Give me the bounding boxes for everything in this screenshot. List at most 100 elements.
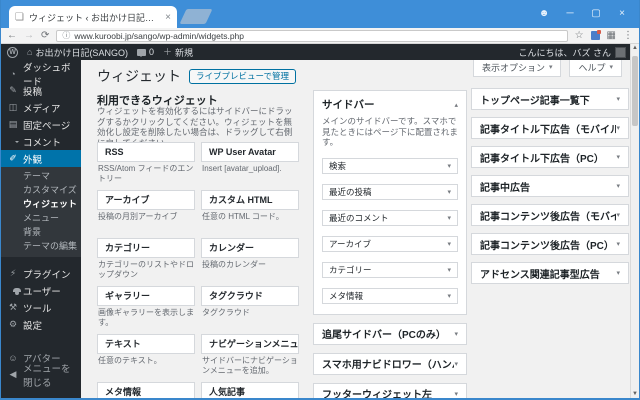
panel-footer-left[interactable]: フッターウィジェット左 ▾ xyxy=(313,382,467,398)
panel-top-page-list[interactable]: トップページ記事一覧下 ▾ xyxy=(471,88,629,110)
browser-tab[interactable]: ❏ ウィジェット ‹ お出かけ日記… × xyxy=(9,6,177,28)
chevron-down-icon: ▾ xyxy=(447,162,451,170)
chevron-down-icon: ▾ xyxy=(454,390,458,398)
widget-card-title[interactable]: カテゴリー xyxy=(97,238,195,258)
widget-card-title[interactable]: カレンダー xyxy=(201,238,299,258)
widget-card-tag-cloud: タグクラウド タグクラウド xyxy=(201,286,299,334)
plus-icon: ＋ xyxy=(162,46,172,57)
widget-card-title[interactable]: ギャラリー xyxy=(97,286,195,306)
plugins-icon: ⚡ xyxy=(9,268,17,278)
wp-admin-menu: ◔ ダッシュボード ✎ 投稿 ◫ メディア ▤ 固定ページ コメント ✐ 外観 … xyxy=(1,60,81,398)
minimize-button[interactable]: ─ xyxy=(557,8,583,19)
panel-after-content-ad-mobile[interactable]: 記事コンテンツ後広告（モバイ ▾ xyxy=(471,204,629,226)
back-icon[interactable]: ← xyxy=(7,30,17,41)
menu-users[interactable]: ユーザー xyxy=(1,282,81,299)
panel-under-title-ad-mobile[interactable]: 記事タイトル下広告（モバイル ▾ xyxy=(471,117,629,139)
media-icon: ◫ xyxy=(8,102,18,112)
screen-options-button[interactable]: 表示オプション ▾ xyxy=(472,60,562,77)
widget-card-title[interactable]: アーカイブ xyxy=(97,190,195,210)
chevron-down-icon: ▾ xyxy=(616,212,620,219)
scrollbar[interactable]: ▲ ▼ xyxy=(630,44,639,398)
submenu-themes[interactable]: テーマ xyxy=(1,169,81,183)
site-info-icon[interactable]: ⓘ xyxy=(62,30,70,41)
widget-card-title[interactable]: 人気記事 xyxy=(201,382,299,398)
tab-title: ウィジェット ‹ お出かけ日記… xyxy=(28,12,154,23)
menu-dashboard[interactable]: ◔ ダッシュボード xyxy=(1,63,81,88)
wordpress-logo-icon[interactable]: W xyxy=(7,46,18,58)
panel-sticky-sidebar[interactable]: 追尾サイドバー（PCのみ） ▾ xyxy=(313,322,467,345)
address-bar[interactable]: ⓘ www.kuroobi.jp/sango/wp-admin/widgets.… xyxy=(56,29,568,42)
available-widgets-description: ウィジェットを有効化するにはサイドバーにドラッグするかクリックしてください。ウィ… xyxy=(97,106,293,148)
widget-card-title[interactable]: ナビゲーションメニュー xyxy=(201,334,299,354)
menu-pages[interactable]: ▤ 固定ページ xyxy=(1,116,81,133)
panel-mobile-drawer[interactable]: スマホ用ナビドロワー（ハンバ ▾ xyxy=(313,352,467,375)
submenu-menus[interactable]: メニュー xyxy=(1,211,81,225)
chrome-menu-icon[interactable]: ⋮ xyxy=(623,30,633,41)
submenu-editor[interactable]: テーマの編集 xyxy=(1,239,81,253)
help-button[interactable]: ヘルプ ▾ xyxy=(569,60,622,77)
panel-adsense-related-ad[interactable]: アドセンス関連記事型広告 ▾ xyxy=(471,262,629,284)
panel-in-article-ad[interactable]: 記事中広告 ▾ xyxy=(471,175,629,197)
widget-card-calendar: カレンダー 投稿のカレンダー xyxy=(201,238,299,286)
panel-under-title-ad-pc[interactable]: 記事タイトル下広告（PC） ▾ xyxy=(471,146,629,168)
sidebar-widget-recent-comments[interactable]: 最近のコメント ▾ xyxy=(322,209,458,226)
available-widgets-grid: RSS RSS/Atom フィードのエントリー WP User Avatar Ins… xyxy=(97,142,299,398)
sidebar-widget-recent-posts[interactable]: 最近の投稿 ▾ xyxy=(322,183,458,200)
widget-card-title[interactable]: メタ情報 xyxy=(97,382,195,398)
sidebar-panel-header[interactable]: サイドバー ▴ xyxy=(314,91,466,116)
sidebar-widget-archives[interactable]: アーカイブ ▾ xyxy=(322,235,458,252)
chevron-down-icon: ▾ xyxy=(609,64,613,71)
scroll-down-icon[interactable]: ▼ xyxy=(631,391,639,397)
widget-card-title[interactable]: WP User Avatar xyxy=(201,142,299,162)
adminbar-site-link[interactable]: ⌂ お出かけ日記(SANGO) xyxy=(27,46,128,59)
sidebar-widget-search[interactable]: 検索 ▾ xyxy=(322,157,458,174)
live-preview-button[interactable]: ライブプレビューで管理 xyxy=(189,68,296,84)
reload-icon[interactable]: ⟳ xyxy=(41,30,49,41)
menu-tools[interactable]: ⚒ ツール xyxy=(1,299,81,316)
browser-window: ❏ ウィジェット ‹ お出かけ日記… × ☻ ─ ▢ × ← → ⟳ ⓘ www… xyxy=(0,0,640,400)
extension-icon[interactable] xyxy=(590,30,601,40)
submenu-customize[interactable]: カスタマイズ xyxy=(1,183,81,197)
wp-admin-bar: W ⌂ お出かけ日記(SANGO) 0 ＋ 新規 こんにちは、バズ さん xyxy=(1,44,632,60)
menu-plugins[interactable]: ⚡ プラグイン xyxy=(1,265,81,282)
submenu-background[interactable]: 背景 xyxy=(1,225,81,239)
tab-close-icon[interactable]: × xyxy=(165,12,171,23)
menu-appearance[interactable]: ✐ 外観 xyxy=(1,150,81,167)
new-tab-button[interactable] xyxy=(179,9,213,24)
widget-card-meta: メタ情報 xyxy=(97,382,195,398)
scrollbar-thumb[interactable] xyxy=(632,56,638,126)
submenu-widgets[interactable]: ウィジェット xyxy=(1,197,81,211)
screenshot-extension-icon[interactable]: ▦ xyxy=(607,30,616,41)
adminbar-greeting[interactable]: こんにちは、バズ さん xyxy=(518,46,611,59)
avatar-menu-icon: ☺ xyxy=(8,352,18,363)
menu-comments[interactable]: コメント xyxy=(1,133,81,150)
widget-card-rss: RSS RSS/Atom フィードのエントリー xyxy=(97,142,195,190)
adminbar-comments-link[interactable]: 0 xyxy=(136,47,154,57)
close-button[interactable]: × xyxy=(609,8,635,19)
sidebar-widget-meta[interactable]: メタ情報 ▾ xyxy=(322,287,458,304)
widget-card-title[interactable]: カスタム HTML xyxy=(201,190,299,210)
profile-icon[interactable]: ☻ xyxy=(531,8,557,19)
chevron-down-icon: ▾ xyxy=(447,292,451,300)
widget-card-text: テキスト 任意のテキスト。 xyxy=(97,334,195,382)
collapse-menu-button[interactable]: ◀ メニューを閉じる xyxy=(1,364,81,389)
forward-icon[interactable]: → xyxy=(24,30,34,41)
widget-card-title[interactable]: テキスト xyxy=(97,334,195,354)
panel-after-content-ad-pc[interactable]: 記事コンテンツ後広告（PC） ▾ xyxy=(471,233,629,255)
chevron-down-icon: ▾ xyxy=(616,241,620,248)
widget-card-title[interactable]: タグクラウド xyxy=(201,286,299,306)
page-title: ウィジェット xyxy=(97,68,181,84)
url-text[interactable]: www.kuroobi.jp/sango/wp-admin/widgets.ph… xyxy=(74,31,244,41)
menu-media[interactable]: ◫ メディア xyxy=(1,99,81,116)
maximize-button[interactable]: ▢ xyxy=(583,8,609,19)
chevron-down-icon: ▾ xyxy=(616,96,620,103)
chevron-down-icon: ▾ xyxy=(616,270,620,277)
sidebar-widget-categories[interactable]: カテゴリー ▾ xyxy=(322,261,458,278)
adminbar-new-link[interactable]: ＋ 新規 xyxy=(163,46,193,59)
user-avatar[interactable] xyxy=(615,46,626,58)
bookmark-star-icon[interactable]: ☆ xyxy=(575,30,584,41)
menu-settings[interactable]: ⚙ 設定 xyxy=(1,316,81,333)
comments-bubble-icon xyxy=(136,48,146,57)
widget-card-title[interactable]: RSS xyxy=(97,142,195,162)
scroll-up-icon[interactable]: ▲ xyxy=(631,45,639,51)
